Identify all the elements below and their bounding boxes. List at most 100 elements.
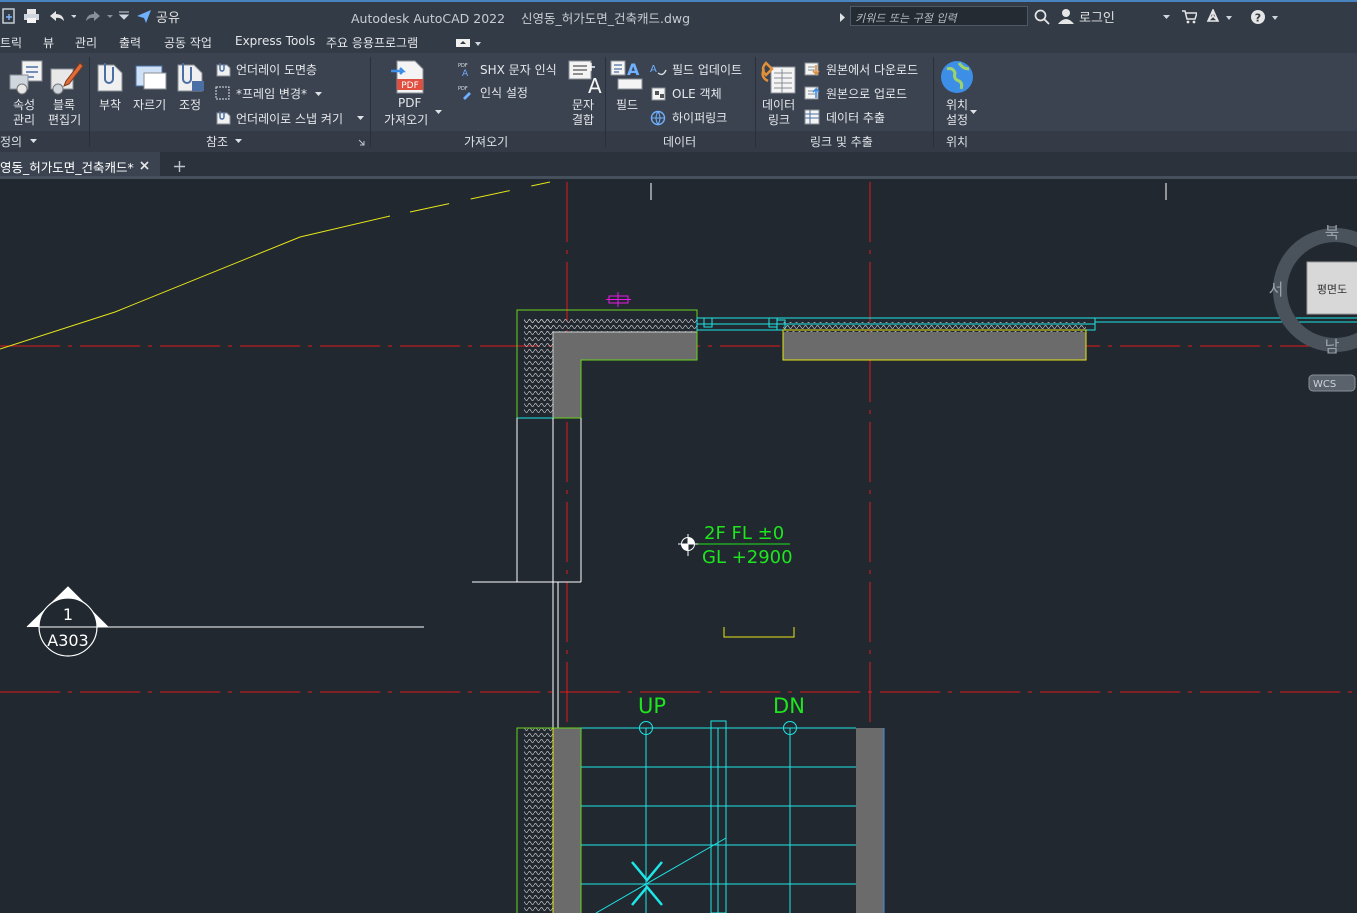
data-link-icon	[761, 61, 796, 94]
frames-vary-dropdown[interactable]: *프레임 변경*	[236, 85, 307, 102]
combine-text-label-2[interactable]: 결합	[572, 111, 594, 128]
block-editor-icon	[50, 62, 84, 95]
block-editor-label-2[interactable]: 편집기	[48, 111, 81, 128]
data-link-label-2[interactable]: 링크	[768, 111, 790, 128]
ground-level-text: GL +2900	[702, 547, 793, 568]
viewcube[interactable]: 평면도 북 서 남 WCS	[1269, 223, 1357, 392]
svg-text:A: A	[650, 64, 657, 75]
redo-icon[interactable]	[84, 10, 114, 22]
recognize-settings-button[interactable]: 인식 설정	[480, 84, 528, 101]
pdf-import-dropdown-icon[interactable]	[435, 110, 443, 115]
download-source-button[interactable]: 원본에서 다운로드	[826, 61, 918, 78]
title-bar: 공유 Autodesk AutoCAD 2022 신영동_허가도면_건축캐드.d…	[0, 0, 1357, 31]
panel-separator	[933, 57, 934, 147]
reference-dialog-launcher-icon[interactable]	[358, 139, 365, 146]
site-boundary-dashed-line	[409, 181, 551, 213]
menu-tab-insert[interactable]: 트릭	[0, 34, 22, 51]
ole-object-icon	[651, 87, 666, 101]
extract-data-button[interactable]: 데이터 추출	[826, 109, 885, 126]
hyperlink-button[interactable]: 하이퍼링크	[672, 109, 727, 126]
panel-separator	[605, 57, 606, 147]
drawing-canvas[interactable]: 2F FL ±0 GL +2900 1 A303 UP DN 평면도 북 서 남…	[0, 179, 1357, 913]
viewcube-face-label[interactable]: 평면도	[1317, 283, 1347, 296]
login-button[interactable]: 로그인	[1079, 7, 1115, 26]
search-expand-icon[interactable]	[840, 13, 846, 22]
viewcube-north[interactable]: 북	[1325, 223, 1340, 242]
cart-icon[interactable]	[1182, 10, 1197, 24]
file-tab-bar: 영동_허가도면_건축캐드*	[0, 152, 1357, 179]
reference-panel-title[interactable]: 참조	[206, 133, 228, 150]
viewcube-west[interactable]: 서	[1269, 280, 1284, 299]
link-extract-panel-title[interactable]: 링크 및 추출	[810, 133, 873, 150]
block-definition-panel-title[interactable]: 정의	[0, 133, 22, 150]
attribute-manager-icon	[9, 60, 43, 95]
attribute-manager-label-2[interactable]: 관리	[13, 111, 35, 128]
floor-level-text: 2F FL ±0	[704, 523, 784, 544]
extract-data-icon	[804, 109, 820, 125]
shx-recognize-icon: PDFA	[458, 63, 469, 77]
new-tab-icon[interactable]	[174, 161, 185, 172]
reference-expand-icon[interactable]	[235, 139, 243, 144]
set-location-label-2[interactable]: 설정	[946, 111, 968, 128]
snap-underlay-dropdown-icon[interactable]	[357, 116, 365, 121]
search-input[interactable]: 키워드 또는 구절 입력	[850, 6, 1028, 26]
login-dropdown-icon[interactable]	[1163, 15, 1171, 20]
section-sheet: A303	[47, 631, 88, 650]
stair-up-label: UP	[638, 694, 666, 718]
attach-label[interactable]: 부착	[99, 96, 121, 113]
ribbon: 속성 관리 블록 편집기 정의 부착 자르기 조정 언더레이 도면층 *프레임 …	[0, 53, 1357, 152]
upload-source-button[interactable]: 원본으로 업로드	[826, 85, 907, 102]
ribbon-minimize-icon[interactable]	[456, 39, 482, 48]
panel-separator	[370, 57, 371, 147]
autodesk-app-icon[interactable]	[1205, 9, 1233, 25]
undo-icon[interactable]	[48, 10, 76, 22]
globe-icon	[941, 61, 973, 93]
stair-wall-left	[516, 727, 582, 913]
ole-object-button[interactable]: OLE 객체	[672, 85, 722, 102]
search-icon[interactable]	[1034, 9, 1050, 25]
site-boundary-line	[0, 215, 391, 350]
snap-underlay-icon	[216, 111, 231, 125]
hyperlink-icon	[650, 110, 666, 126]
snap-underlay-dropdown[interactable]: 언더레이로 스냅 켜기	[236, 110, 343, 127]
recognize-settings-icon: PDF	[458, 86, 471, 100]
close-tab-icon[interactable]	[140, 161, 149, 170]
update-fields-button[interactable]: 필드 업데이트	[672, 61, 742, 78]
share-icon[interactable]	[136, 9, 152, 24]
underlay-layers-icon	[216, 63, 231, 77]
stair-treads	[581, 720, 856, 913]
print-icon[interactable]	[23, 8, 40, 24]
block-definition-expand-icon[interactable]	[30, 139, 38, 144]
menu-tab-view[interactable]: 뷰	[43, 34, 54, 51]
open-file-icon[interactable]	[2, 8, 16, 24]
menu-tab-collaborate[interactable]: 공동 작업	[164, 34, 212, 51]
pdf-import-label-2[interactable]: 가져오기	[384, 111, 428, 128]
stair-wall-right	[856, 728, 885, 913]
customize-toolbar-icon[interactable]	[118, 11, 130, 21]
import-panel-title[interactable]: 가져오기	[464, 133, 508, 150]
shx-recognize-button[interactable]: SHX 문자 인식	[480, 61, 557, 78]
set-location-dropdown-icon[interactable]	[970, 110, 978, 115]
svg-text:A: A	[462, 69, 469, 77]
frames-vary-dropdown-icon[interactable]	[315, 92, 323, 97]
pdf-badge-text: PDF	[401, 81, 419, 91]
share-button[interactable]: 공유	[156, 7, 180, 26]
file-tab-active[interactable]: 영동_허가도면_건축캐드*	[0, 152, 160, 176]
field-label[interactable]: 필드	[616, 96, 638, 113]
viewcube-south[interactable]: 남	[1325, 337, 1340, 356]
clip-label[interactable]: 자르기	[133, 96, 166, 113]
underlay-layers-button[interactable]: 언더레이 도면층	[236, 61, 317, 78]
menu-tab-express-tools[interactable]: Express Tools	[235, 34, 315, 48]
menu-tab-output[interactable]: 출력	[119, 34, 141, 51]
file-tab-label[interactable]: 영동_허가도면_건축캐드*	[0, 157, 134, 176]
user-icon	[1058, 9, 1074, 24]
svg-text:PDF: PDF	[458, 86, 468, 92]
data-panel-title[interactable]: 데이터	[663, 133, 696, 150]
menu-tab-manage[interactable]: 관리	[75, 34, 97, 51]
pdf-import-label-1[interactable]: PDF	[398, 96, 421, 110]
menu-tab-featured-apps[interactable]: 주요 응용프로그램	[326, 34, 418, 51]
adjust-label[interactable]: 조정	[179, 96, 201, 113]
location-panel-title[interactable]: 위치	[946, 133, 968, 150]
wcs-label[interactable]: WCS	[1313, 379, 1336, 390]
help-icon[interactable]: ?	[1250, 9, 1280, 26]
